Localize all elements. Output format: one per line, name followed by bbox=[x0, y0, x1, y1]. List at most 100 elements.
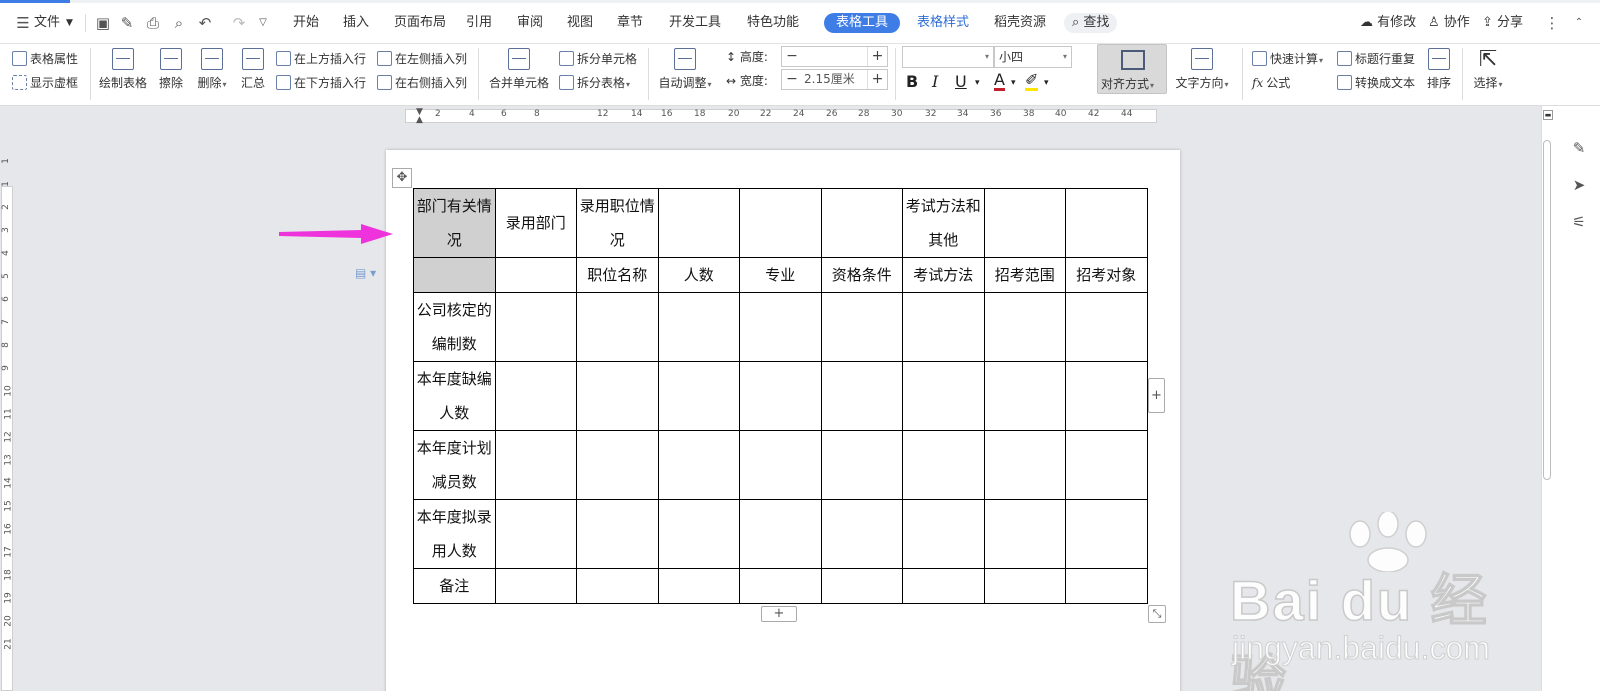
draw-table-button[interactable]: 绘制表格 bbox=[98, 48, 148, 91]
tab-chapter[interactable]: 章节 bbox=[617, 14, 643, 32]
convert-to-text-button[interactable]: 转换成文本 bbox=[1337, 74, 1415, 91]
repeat-title-row-button[interactable]: 标题行重复 bbox=[1337, 50, 1415, 67]
hamburger-menu-icon[interactable]: ☰ bbox=[14, 14, 32, 32]
table-cell[interactable]: 录用部门 bbox=[494, 188, 577, 258]
table-cell[interactable]: 本年度拟录用人数 bbox=[413, 499, 496, 569]
table-cell[interactable] bbox=[902, 361, 985, 431]
table-cell[interactable] bbox=[739, 568, 822, 604]
resize-table-handle-icon[interactable]: ⤡ bbox=[1148, 605, 1166, 623]
collab-button[interactable]: ♙ 协作 bbox=[1428, 14, 1470, 32]
col-width-spinner[interactable]: − 2.15厘米 + bbox=[781, 69, 888, 90]
merge-cells-button[interactable]: 合并单元格 bbox=[488, 48, 550, 91]
table-cell[interactable] bbox=[739, 292, 822, 362]
tab-start[interactable]: 开始 bbox=[293, 14, 319, 32]
table-cell[interactable] bbox=[576, 292, 659, 362]
table-cell[interactable]: 部门有关情况 bbox=[413, 188, 496, 258]
highlight-caret-icon[interactable]: ▾ bbox=[1044, 78, 1049, 88]
table-cell[interactable]: 资格条件 bbox=[820, 257, 903, 293]
table-cell[interactable] bbox=[820, 188, 903, 258]
table-cell[interactable] bbox=[576, 361, 659, 431]
underline-button[interactable]: U bbox=[955, 72, 967, 91]
undo-icon[interactable]: ↶ bbox=[196, 14, 214, 32]
italic-button[interactable]: I bbox=[932, 72, 938, 91]
row-height-decrease-button[interactable]: − bbox=[782, 47, 802, 66]
table-cell[interactable]: 本年度缺编人数 bbox=[413, 361, 496, 431]
table-cell[interactable] bbox=[983, 499, 1066, 569]
table-cell[interactable] bbox=[739, 188, 822, 258]
table-cell[interactable] bbox=[820, 361, 903, 431]
table-cell[interactable]: 录用职位情况 bbox=[576, 188, 659, 258]
tab-developer[interactable]: 开发工具 bbox=[669, 14, 721, 32]
table-cell[interactable] bbox=[983, 361, 1066, 431]
table-cell[interactable] bbox=[657, 499, 740, 569]
table-cell[interactable] bbox=[657, 568, 740, 604]
align-button[interactable]: 对齐方式▾ bbox=[1097, 44, 1167, 94]
erase-button[interactable]: 擦除 bbox=[156, 48, 186, 91]
row-height-increase-button[interactable]: + bbox=[867, 47, 887, 66]
show-grid-button[interactable]: 显示虚框 bbox=[12, 74, 78, 91]
table-cell[interactable]: 考试方法和其他 bbox=[902, 188, 985, 258]
table-cell[interactable] bbox=[983, 292, 1066, 362]
table-cell[interactable] bbox=[1065, 499, 1148, 569]
table-cell[interactable]: 招考范围 bbox=[983, 257, 1066, 293]
font-name-select[interactable]: ▾ bbox=[902, 46, 994, 68]
tab-special-features[interactable]: 特色功能 bbox=[747, 14, 799, 32]
table-cell[interactable] bbox=[983, 568, 1066, 604]
table-cell[interactable] bbox=[576, 568, 659, 604]
indent-marker[interactable]: ▼ ▲ bbox=[416, 108, 424, 125]
vertical-scrollbar-thumb[interactable] bbox=[1543, 140, 1551, 480]
file-menu[interactable]: 文件 bbox=[34, 14, 60, 32]
redo-icon[interactable]: ↷ bbox=[230, 14, 248, 32]
insert-col-left-button[interactable]: 在左侧插入列 bbox=[377, 50, 467, 67]
table-cell[interactable] bbox=[1065, 568, 1148, 604]
table-cell[interactable] bbox=[739, 430, 822, 500]
collapse-ribbon-icon[interactable]: ⌃ bbox=[1570, 14, 1588, 32]
summary-button[interactable]: 汇总 bbox=[238, 48, 268, 91]
font-color-button[interactable]: A bbox=[994, 72, 1005, 91]
delete-button[interactable]: 删除▾ bbox=[194, 48, 230, 91]
table-cell[interactable] bbox=[902, 430, 985, 500]
col-width-value[interactable]: 2.15厘米 bbox=[804, 70, 855, 89]
settings-sliders-icon[interactable]: ⚟ bbox=[1569, 212, 1589, 232]
underline-caret-icon[interactable]: ▾ bbox=[975, 78, 980, 88]
tab-review[interactable]: 审阅 bbox=[517, 14, 543, 32]
table-cell[interactable]: 考试方法 bbox=[902, 257, 985, 293]
row-height-spinner[interactable]: − + bbox=[781, 46, 888, 67]
table-cell[interactable] bbox=[657, 292, 740, 362]
bold-button[interactable]: B bbox=[906, 72, 918, 91]
horizontal-ruler[interactable]: ▼ ▲ 2 4 6 8 12 14 16 18 20 22 24 26 28 30 32 34 36 38 40 42 4… bbox=[0, 106, 1540, 126]
table-cell[interactable] bbox=[494, 361, 577, 431]
table-cell[interactable] bbox=[902, 292, 985, 362]
tab-insert[interactable]: 插入 bbox=[343, 14, 369, 32]
tab-view[interactable]: 视图 bbox=[567, 14, 593, 32]
table-cell[interactable] bbox=[739, 499, 822, 569]
text-direction-button[interactable]: 文字方向▾ bbox=[1172, 48, 1232, 91]
auto-fit-button[interactable]: 自动调整▾ bbox=[656, 48, 714, 91]
table-cell[interactable]: 公司核定的编制数 bbox=[413, 292, 496, 362]
add-column-button[interactable]: + bbox=[1148, 378, 1165, 413]
table-cell[interactable] bbox=[820, 430, 903, 500]
table-cell[interactable] bbox=[820, 499, 903, 569]
insert-col-right-button[interactable]: 在右侧插入列 bbox=[377, 74, 467, 91]
vertical-ruler[interactable]: 1 1 2 3 4 5 6 7 8 9 10 11 12 13 14 15 16 17 18 19 20 21 bbox=[0, 126, 14, 691]
tab-table-tools[interactable]: 表格工具 bbox=[824, 13, 901, 33]
quick-calc-button[interactable]: 快速计算▾ bbox=[1252, 50, 1323, 67]
col-width-increase-button[interactable]: + bbox=[867, 70, 887, 89]
file-menu-chevron-icon[interactable]: ▼ bbox=[66, 14, 73, 32]
document-table[interactable]: 部门有关情况 录用部门 录用职位情况 考试方法和其他 职位名称 人数 专业 资格条件 考试方法招… bbox=[413, 188, 1148, 604]
add-row-button[interactable]: + bbox=[761, 606, 797, 622]
table-cell[interactable] bbox=[494, 499, 577, 569]
font-size-select[interactable]: 小四 ▾ bbox=[994, 46, 1072, 68]
sort-button[interactable]: 排序 bbox=[1424, 48, 1454, 91]
table-cell[interactable] bbox=[739, 361, 822, 431]
col-width-decrease-button[interactable]: − bbox=[782, 70, 802, 89]
select-button[interactable]: ⇱ 选择▾ bbox=[1468, 48, 1508, 91]
print-preview-icon[interactable]: ⌕ bbox=[170, 14, 188, 32]
table-cell[interactable] bbox=[576, 430, 659, 500]
tab-table-style[interactable]: 表格样式 bbox=[917, 14, 969, 32]
table-cell[interactable]: 专业 bbox=[739, 257, 822, 293]
table-cell[interactable]: 本年度计划减员数 bbox=[413, 430, 496, 500]
table-cell[interactable]: 备注 bbox=[413, 568, 496, 604]
table-cell[interactable] bbox=[820, 568, 903, 604]
select-cursor-icon[interactable]: ➤ bbox=[1569, 175, 1589, 195]
